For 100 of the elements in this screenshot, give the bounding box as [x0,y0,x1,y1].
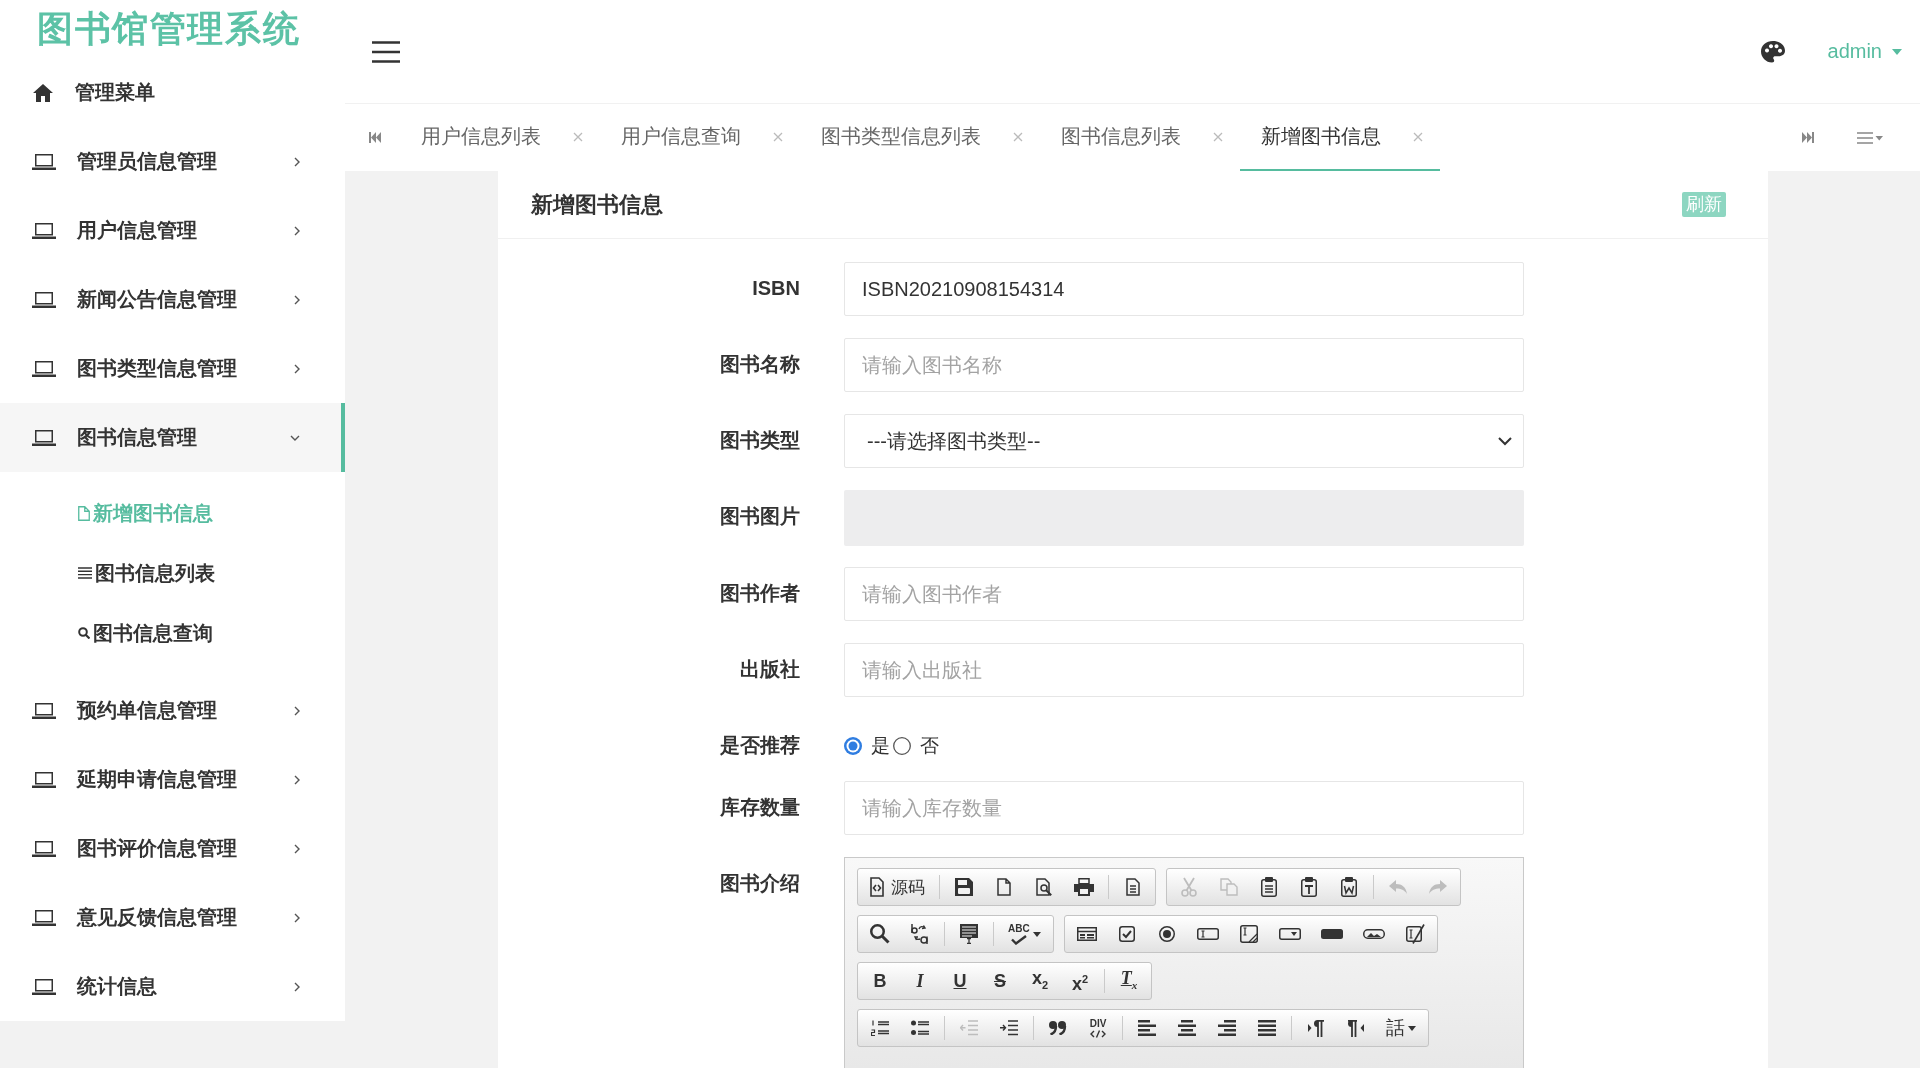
code-brackets-icon [1090,1029,1106,1038]
numbered-list-icon [871,1020,889,1036]
input-field[interactable]: 请输入库存数量 [844,781,1524,835]
two-pages-icon [1220,878,1238,896]
laptop-icon [32,771,56,788]
subscript-button[interactable]: x$_{2}$ [1020,965,1060,997]
sidebar-item[interactable]: 用户信息管理 [0,196,345,265]
home-icon [33,83,53,102]
align-right-icon [1218,1020,1236,1036]
replace-icon [910,924,930,944]
caret-down-icon [1892,48,1902,55]
palette-icon[interactable] [1760,40,1785,63]
laptop-icon [32,153,56,170]
tab[interactable]: 图书类型信息列表 [800,104,1040,171]
field-label: 出版社 [739,657,800,682]
ltr-icon [1308,1019,1324,1037]
sidebar-item[interactable]: 统计信息 [0,952,345,1021]
sidebar-item[interactable]: 管理菜单 [0,58,345,127]
menu-icon[interactable] [372,40,400,63]
last-page-icon[interactable] [1802,132,1814,143]
sidebar-subitem[interactable]: 图书信息查询 [0,603,345,663]
clipboard-w-icon [1341,877,1357,897]
quote-icon [1049,1021,1067,1035]
rtl-icon [1348,1019,1364,1037]
search-icon [78,627,90,639]
hidden-field-icon [1404,924,1425,944]
laptop-icon [32,702,56,719]
radio-icon [1158,926,1175,942]
source-code-icon [870,877,884,897]
justify-icon [1258,1020,1276,1036]
sidebar-item[interactable]: 新闻公告信息管理 [0,265,345,334]
source-button[interactable]: 源码 [860,871,935,903]
check-icon [1010,934,1027,945]
text-field-icon [1196,928,1219,940]
input-field[interactable]: 请输入图书作者 [844,567,1524,621]
laptop-icon [32,222,56,239]
bold-button[interactable]: B [860,965,900,997]
sidebar-item[interactable]: 预约单信息管理 [0,676,345,745]
laptop-icon [32,978,56,995]
select-all-icon [960,924,978,944]
align-left-icon [1138,1020,1156,1036]
tab[interactable]: 用户信息列表 [400,104,600,171]
div-button[interactable]: DIV [1078,1012,1118,1044]
indent-icon [1000,1020,1018,1036]
field-label: 图书介绍 [719,871,800,896]
superscript-button[interactable]: x$^{2}$ [1060,965,1100,997]
clipboard-icon [1261,877,1277,897]
tab[interactable]: 用户信息查询 [600,104,800,171]
textarea-icon [1239,925,1258,943]
field-label: 图书作者 [719,581,800,606]
search-icon [870,924,890,944]
bullet-list-icon [911,1020,929,1036]
image-button-icon [1362,929,1385,939]
field-label: 库存数量 [719,795,800,820]
field-label: 图书类型 [719,428,800,453]
sidebar-subitem[interactable]: 图书信息列表 [0,543,345,603]
list-icon [78,567,92,579]
field-label: 图书名称 [719,352,800,377]
first-page-icon[interactable] [369,132,381,143]
sidebar-item[interactable]: 意见反馈信息管理 [0,883,345,952]
sidebar-item[interactable]: 图书评价信息管理 [0,814,345,883]
input-field[interactable]: 请输入图书名称 [844,338,1524,392]
input-field[interactable]: 请输入出版社 [844,643,1524,697]
scissors-icon [1181,877,1197,897]
laptop-icon [32,840,56,857]
radio-option[interactable]: 是 [844,733,890,759]
page-magnifier-icon [1036,878,1052,896]
select-field[interactable]: ---请选择图书类型-- [844,414,1524,468]
field-label: 是否推荐 [719,733,800,758]
strike-button[interactable]: S [980,965,1020,997]
app-logo-title: 图书馆管理系统 [36,6,302,51]
button-shape-icon [1320,929,1343,939]
input-field[interactable]: ISBN20210908154314 [844,262,1524,316]
undo-icon [1389,880,1407,894]
field-label: 图书图片 [719,504,800,529]
laptop-icon [32,429,56,446]
align-center-icon [1178,1020,1196,1036]
sidebar-item[interactable]: 延期申请信息管理 [0,745,345,814]
sidebar-item[interactable]: 图书信息管理 [0,403,345,472]
checkbox-icon [1118,926,1135,942]
remove-format-button[interactable]: T$_{x}$ [1109,965,1149,997]
page-lines-icon [1126,878,1140,896]
radio-option[interactable]: 否 [893,733,939,759]
field-label: ISBN [751,276,800,301]
sidebar-item[interactable]: 管理员信息管理 [0,127,345,196]
printer-icon [1074,878,1094,896]
outdent-icon [960,1020,978,1036]
spellcheck-button[interactable]: ABC [998,918,1051,950]
italic-button[interactable]: I [900,965,940,997]
underline-button[interactable]: U [940,965,980,997]
laptop-icon [32,360,56,377]
page-icon [78,505,90,521]
sidebar-item[interactable]: 图书类型信息管理 [0,334,345,403]
caret-down-icon [1032,931,1041,937]
form-icon [1076,927,1097,941]
tab[interactable]: 图书信息列表 [1040,104,1240,171]
caret-down-icon [1408,1025,1416,1031]
laptop-icon [32,909,56,926]
chevron-down-icon [1498,436,1512,446]
language-button[interactable]: 話 [1376,1012,1426,1044]
